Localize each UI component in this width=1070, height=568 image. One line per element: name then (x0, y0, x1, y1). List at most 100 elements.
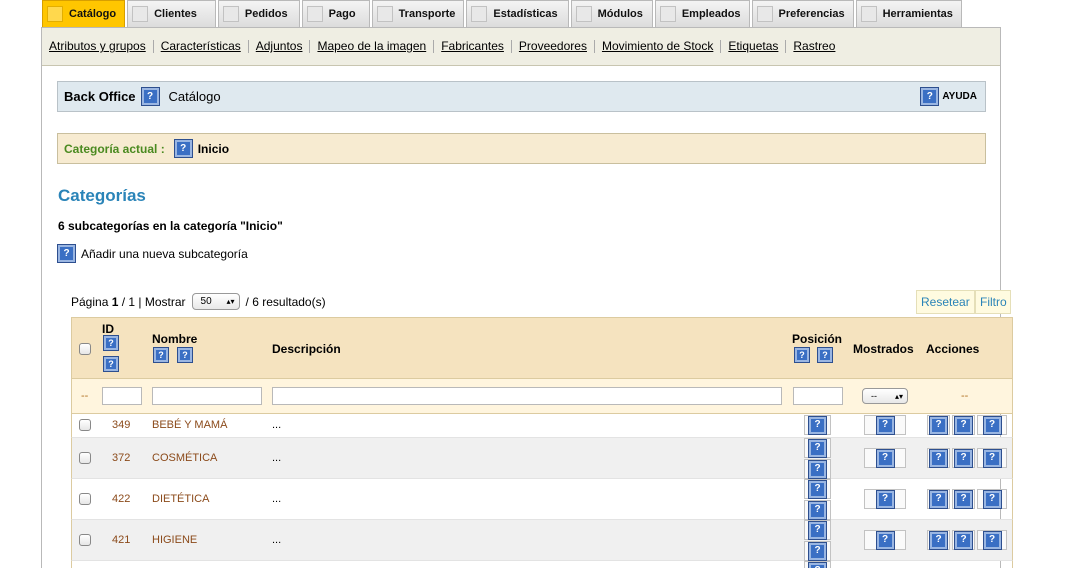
shown-toggle[interactable]: ? (864, 489, 906, 509)
per-page-select[interactable]: 50 ▴▾ (191, 293, 240, 310)
tab-herramientas[interactable]: Herramientas (855, 0, 962, 27)
position-button[interactable]: ? (804, 415, 831, 435)
move-up-button[interactable]: ? (804, 561, 831, 568)
row-checkbox[interactable] (79, 534, 91, 546)
table-row[interactable]: 349 Bebé y mamá ... ? ? ? ? ? (71, 414, 1013, 438)
sort-asc-icon[interactable]: ? (795, 348, 809, 362)
filter-dash: -- (81, 390, 89, 402)
filter-button[interactable]: Filtro (975, 290, 1011, 314)
arrow-up-icon: ? (809, 521, 826, 539)
edit-icon: ? (955, 416, 972, 434)
stats-icon (471, 6, 488, 22)
subnav-atributos[interactable]: Atributos y grupos (49, 40, 154, 53)
subnav-rastreo[interactable]: Rastreo (786, 40, 842, 53)
filter-name-input[interactable] (152, 387, 262, 405)
edit-icon: ? (955, 490, 972, 508)
tab-clientes[interactable]: Clientes (127, 0, 216, 27)
move-up-button[interactable]: ? (804, 479, 831, 499)
current-category-label: Categoría actual : (64, 141, 165, 156)
row-description: ... (272, 452, 282, 464)
view-button[interactable]: ? (927, 448, 950, 468)
edit-button[interactable]: ? (952, 448, 975, 468)
move-up-button[interactable]: ? (804, 438, 831, 458)
row-checkbox[interactable] (79, 493, 91, 505)
main-tabs: Catálogo Clientes Pedidos Pago Transport… (42, 0, 964, 27)
select-arrows-icon: ▴▾ (226, 297, 235, 306)
breadcrumb: Back Office ? Catálogo ? AYUDA (57, 81, 986, 112)
shown-toggle[interactable]: ? (864, 448, 906, 468)
subnav-fabricantes[interactable]: Fabricantes (434, 40, 512, 53)
tab-catalogo[interactable]: Catálogo (42, 0, 126, 27)
table-row[interactable]: 372 Cosmética ... ? ? ? ? ? ? (71, 438, 1013, 479)
filter-id-input[interactable] (102, 387, 142, 405)
row-name[interactable]: Bebé y mamá (152, 419, 227, 431)
delete-button[interactable]: ? (977, 448, 1007, 468)
arrow-up-icon: ? (809, 562, 826, 568)
section-title: Categorías (58, 186, 146, 205)
row-id: 349 (112, 419, 131, 431)
move-down-button[interactable]: ? (804, 541, 831, 561)
row-checkbox[interactable] (79, 419, 91, 431)
filter-position-input[interactable] (793, 387, 843, 405)
view-button[interactable]: ? (927, 530, 950, 550)
status-icon: ? (876, 449, 894, 467)
tab-pago[interactable]: Pago (301, 0, 370, 27)
arrow-down-icon: ? (809, 501, 826, 519)
subnav-proveedores[interactable]: Proveedores (512, 40, 595, 53)
sort-desc-icon[interactable]: ? (104, 357, 118, 371)
tools-icon (860, 6, 877, 22)
edit-button[interactable]: ? (952, 530, 975, 550)
add-subcategory-link[interactable]: ? Añadir una nueva subcategoría (58, 245, 248, 262)
help-button[interactable]: ? AYUDA (921, 88, 977, 105)
breadcrumb-root[interactable]: Back Office (64, 89, 136, 104)
tab-modulos[interactable]: Módulos (570, 0, 653, 27)
table-row[interactable]: 421 Higiene ... ? ? ? ? ? ? (71, 520, 1013, 561)
shown-toggle[interactable]: ? (864, 530, 906, 550)
move-down-button[interactable]: ? (804, 500, 831, 520)
sort-desc-icon[interactable]: ? (178, 348, 192, 362)
subnav-caracteristicas[interactable]: Características (154, 40, 249, 53)
reset-button[interactable]: Resetear (916, 290, 975, 314)
delete-button[interactable]: ? (977, 489, 1007, 509)
move-down-button[interactable]: ? (804, 459, 831, 479)
current-category-value[interactable]: Inicio (198, 142, 229, 156)
position-controls: ? ? (804, 479, 831, 521)
modules-icon (575, 6, 592, 22)
tab-estadisticas[interactable]: Estadísticas (466, 0, 569, 27)
edit-button[interactable]: ? (952, 415, 975, 435)
view-button[interactable]: ? (927, 415, 950, 435)
edit-button[interactable]: ? (952, 489, 975, 509)
delete-button[interactable]: ? (977, 530, 1007, 550)
orders-icon (222, 6, 239, 22)
view-button[interactable]: ? (927, 489, 950, 509)
tab-preferencias[interactable]: Preferencias (751, 0, 854, 27)
filter-shown-select[interactable]: -- ▴▾ (862, 388, 908, 404)
table-row[interactable]: 422 Dietética ... ? ? ? ? ? ? (71, 479, 1013, 520)
row-name[interactable]: Cosmética (152, 452, 217, 464)
move-up-button[interactable]: ? (804, 520, 831, 540)
table-row[interactable]: ? (71, 561, 1013, 568)
subnav-adjuntos[interactable]: Adjuntos (249, 40, 311, 53)
row-name[interactable]: Higiene (152, 534, 197, 546)
tab-pedidos[interactable]: Pedidos (217, 0, 300, 27)
col-shown: Mostrados (853, 342, 914, 356)
col-name: Nombre (152, 332, 198, 346)
subnav-stock[interactable]: Movimiento de Stock (595, 40, 722, 53)
sort-asc-icon[interactable]: ? (154, 348, 168, 362)
tab-empleados[interactable]: Empleados (654, 0, 750, 27)
sort-asc-icon[interactable]: ? (104, 336, 118, 350)
row-name[interactable]: Dietética (152, 493, 209, 505)
select-all-checkbox[interactable] (79, 343, 91, 355)
shown-toggle[interactable]: ? (864, 415, 906, 435)
move-icon: ? (809, 416, 826, 434)
sort-desc-icon[interactable]: ? (818, 348, 832, 362)
subnav-etiquetas[interactable]: Etiquetas (721, 40, 787, 53)
filter-description-input[interactable] (272, 387, 782, 405)
tab-label: Pedidos (244, 8, 288, 20)
delete-button[interactable]: ? (977, 415, 1007, 435)
tab-transporte[interactable]: Transporte (371, 0, 465, 27)
subnav-mapeo[interactable]: Mapeo de la imagen (310, 40, 435, 53)
tab-label: Herramientas (882, 8, 953, 20)
row-checkbox[interactable] (79, 452, 91, 464)
tab-label: Transporte (398, 8, 456, 20)
